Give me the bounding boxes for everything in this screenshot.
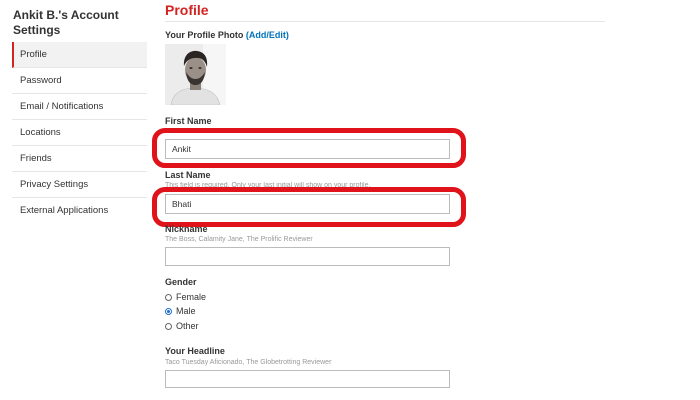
sidebar-item-profile[interactable]: Profile [12,42,147,68]
add-edit-photo-link[interactable]: (Add/Edit) [246,30,289,40]
first-name-input[interactable] [165,139,450,159]
sidebar-item-external-applications[interactable]: External Applications [12,198,147,224]
nickname-label: Nickname [165,224,208,234]
avatar-image [165,44,226,105]
last-name-input[interactable] [165,194,450,214]
sidebar-item-privacy-settings[interactable]: Privacy Settings [12,172,147,198]
heading-divider [165,21,605,22]
radio-female[interactable] [165,293,172,301]
headline-hint: Taco Tuesday Aficionado, The Globetrotti… [165,359,332,366]
page-title: Profile [165,2,209,18]
gender-option-male[interactable]: Male [165,305,196,317]
nickname-hint: The Boss, Calamity Jane, The Prolific Re… [165,236,313,243]
gender-male-label: Male [176,306,196,316]
account-settings-title: Ankit B.'s Account Settings [13,8,119,37]
sidebar-nav: Profile Password Email / Notifications L… [12,42,147,224]
gender-option-other[interactable]: Other [165,320,199,332]
headline-input[interactable] [165,370,450,388]
profile-photo [165,44,226,105]
profile-photo-label-text: Your Profile Photo [165,30,244,40]
headline-label: Your Headline [165,346,225,356]
profile-photo-label: Your Profile Photo (Add/Edit) [165,30,289,40]
gender-female-label: Female [176,292,207,302]
sidebar-item-friends[interactable]: Friends [12,146,147,172]
nickname-input[interactable] [165,247,450,266]
radio-male[interactable] [165,307,172,315]
radio-other[interactable] [165,322,172,330]
gender-label: Gender [165,277,197,287]
sidebar-item-locations[interactable]: Locations [12,120,147,146]
gender-option-female[interactable]: Female [165,291,206,303]
sidebar-item-password[interactable]: Password [12,68,147,94]
gender-other-label: Other [176,321,199,331]
last-name-hint: This field is required. Only your last i… [165,182,371,189]
sidebar-item-email-notifications[interactable]: Email / Notifications [12,94,147,120]
last-name-label: Last Name [165,170,211,180]
first-name-label: First Name [165,116,212,126]
